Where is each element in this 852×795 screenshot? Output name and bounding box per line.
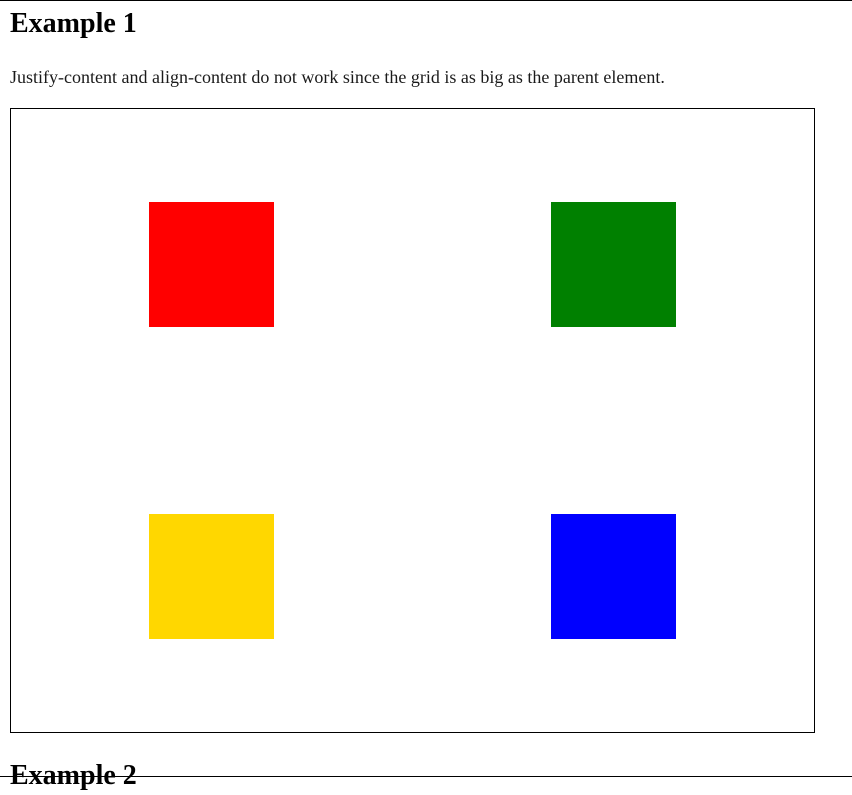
grid-item-yellow [149, 513, 275, 639]
example-1-description: Justify-content and align-content do not… [10, 67, 665, 87]
grid-container [10, 108, 815, 733]
example-1-heading: Example 1 [10, 8, 137, 39]
top-border [0, 0, 852, 1]
grid-item-green [550, 202, 676, 328]
grid-item-blue [550, 513, 676, 639]
grid-item-red [149, 202, 275, 328]
